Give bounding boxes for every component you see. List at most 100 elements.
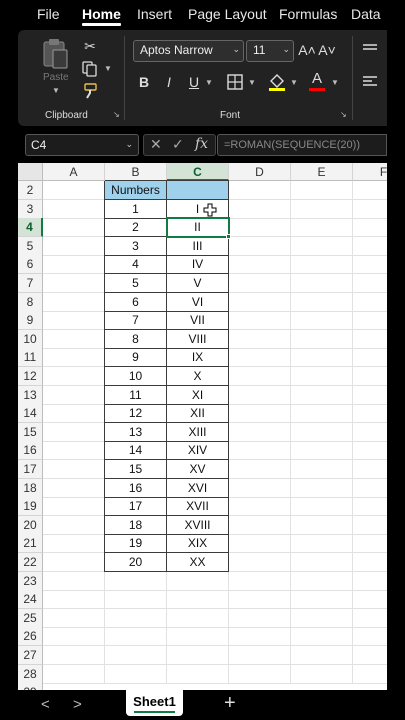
column-header-a[interactable]: A bbox=[43, 163, 105, 181]
number-cell[interactable]: 12 bbox=[105, 404, 167, 424]
grid-cell[interactable] bbox=[291, 181, 353, 200]
grid-cell[interactable] bbox=[291, 274, 353, 293]
number-cell[interactable]: 13 bbox=[105, 422, 167, 442]
roman-cell[interactable]: V bbox=[167, 274, 229, 293]
grid-cell[interactable] bbox=[229, 255, 291, 275]
grid-cell[interactable] bbox=[43, 553, 105, 572]
number-cell[interactable]: 19 bbox=[105, 534, 167, 554]
grid-cell[interactable] bbox=[43, 199, 105, 219]
row-header-12[interactable]: 12 bbox=[18, 367, 43, 386]
grid-cell[interactable] bbox=[353, 311, 387, 331]
row-header-26[interactable]: 26 bbox=[18, 627, 43, 647]
borders-chevron-down-icon[interactable]: ▼ bbox=[248, 78, 256, 87]
roman-cell[interactable]: XVI bbox=[167, 478, 229, 498]
row-header-20[interactable]: 20 bbox=[18, 515, 43, 535]
paste-chevron-down-icon[interactable]: ▼ bbox=[52, 86, 60, 95]
grid-cell[interactable] bbox=[229, 515, 291, 535]
enter-icon[interactable]: ✓ bbox=[172, 136, 184, 153]
roman-cell[interactable]: VIII bbox=[167, 329, 229, 349]
row-header-24[interactable]: 24 bbox=[18, 590, 43, 610]
row-header-16[interactable]: 16 bbox=[18, 441, 43, 461]
grid-cell[interactable] bbox=[105, 590, 167, 610]
roman-cell[interactable]: VI bbox=[167, 292, 229, 312]
grid-cell[interactable] bbox=[291, 422, 353, 442]
number-cell[interactable]: 1 bbox=[105, 199, 167, 219]
grid-cell[interactable] bbox=[229, 329, 291, 349]
roman-cell[interactable]: XVII bbox=[167, 497, 229, 517]
grid-cell[interactable] bbox=[43, 255, 105, 275]
grid-cell[interactable] bbox=[291, 311, 353, 331]
cancel-icon[interactable]: ✕ bbox=[150, 136, 162, 153]
prev-sheet-icon[interactable]: < bbox=[41, 696, 50, 713]
grid-cell[interactable] bbox=[43, 385, 105, 405]
grid-cell[interactable] bbox=[353, 516, 387, 535]
grid-cell[interactable] bbox=[353, 553, 387, 572]
grid-cell[interactable] bbox=[43, 274, 105, 293]
insert-function-icon[interactable]: fx bbox=[195, 136, 208, 152]
paintbrush-icon[interactable] bbox=[81, 82, 99, 100]
align-left-icon[interactable] bbox=[362, 74, 378, 90]
row-header-8[interactable]: 8 bbox=[18, 292, 43, 312]
grid-cell[interactable] bbox=[43, 515, 105, 535]
font-size-dropdown[interactable]: 11 ⌄ bbox=[246, 40, 294, 62]
sheet-tab-sheet1[interactable]: Sheet1 bbox=[126, 690, 183, 716]
grid-cell[interactable] bbox=[229, 422, 291, 442]
number-cell[interactable]: 6 bbox=[105, 292, 167, 312]
number-cell[interactable]: 10 bbox=[105, 367, 167, 386]
grid-cell[interactable] bbox=[353, 274, 387, 293]
grid-cell[interactable] bbox=[43, 441, 105, 461]
grid-cell[interactable] bbox=[291, 329, 353, 349]
italic-button[interactable]: I bbox=[160, 72, 178, 92]
grid-cell[interactable] bbox=[291, 590, 353, 610]
bold-button[interactable]: B bbox=[135, 72, 153, 92]
row-header-29[interactable]: 29 bbox=[18, 683, 43, 690]
roman-cell[interactable]: XIV bbox=[167, 441, 229, 461]
grid-cell[interactable] bbox=[167, 571, 229, 591]
copy-icon[interactable] bbox=[81, 60, 99, 78]
grid-cell[interactable] bbox=[43, 292, 105, 312]
number-cell[interactable]: 17 bbox=[105, 497, 167, 517]
grid-cell[interactable] bbox=[43, 590, 105, 610]
grid-cell[interactable] bbox=[43, 422, 105, 442]
grid-cell[interactable] bbox=[291, 255, 353, 275]
grid-cell[interactable] bbox=[43, 460, 105, 479]
number-cell[interactable]: 16 bbox=[105, 478, 167, 498]
row-header-5[interactable]: 5 bbox=[18, 236, 43, 256]
row-header-11[interactable]: 11 bbox=[18, 348, 43, 368]
number-cell[interactable]: 5 bbox=[105, 274, 167, 293]
grid-cell[interactable] bbox=[353, 479, 387, 498]
grid-cell[interactable] bbox=[43, 236, 105, 256]
grid-cell[interactable] bbox=[353, 665, 387, 684]
number-cell[interactable]: 8 bbox=[105, 329, 167, 349]
roman-cell[interactable]: XV bbox=[167, 460, 229, 479]
grid-cell[interactable] bbox=[229, 199, 291, 219]
row-header-2[interactable]: 2 bbox=[18, 181, 43, 200]
grid-cell[interactable] bbox=[353, 218, 387, 238]
grid-cell[interactable] bbox=[229, 497, 291, 517]
grid-cell[interactable] bbox=[291, 515, 353, 535]
font-color-icon[interactable]: A bbox=[307, 70, 327, 92]
grid-cell[interactable] bbox=[43, 664, 105, 684]
tab-insert[interactable]: Insert bbox=[137, 6, 172, 22]
select-all-corner[interactable] bbox=[18, 163, 43, 181]
grid-cell[interactable] bbox=[353, 627, 387, 647]
tab-data[interactable]: Data bbox=[351, 6, 381, 22]
grid-cell[interactable] bbox=[105, 627, 167, 647]
formula-input[interactable]: =ROMAN(SEQUENCE(20)) bbox=[217, 134, 387, 156]
row-header-15[interactable]: 15 bbox=[18, 422, 43, 442]
tab-formulas[interactable]: Formulas bbox=[279, 6, 337, 22]
grid-cell[interactable] bbox=[229, 404, 291, 424]
grid-cell[interactable] bbox=[43, 627, 105, 647]
grid-cell[interactable] bbox=[291, 292, 353, 312]
roman-cell[interactable]: XII bbox=[167, 404, 229, 424]
grid-cell[interactable] bbox=[43, 404, 105, 424]
grid-cell[interactable] bbox=[229, 236, 291, 256]
row-header-13[interactable]: 13 bbox=[18, 385, 43, 405]
fill-color-chevron-down-icon[interactable]: ▼ bbox=[290, 78, 298, 87]
grid-cell[interactable] bbox=[229, 441, 291, 461]
row-header-9[interactable]: 9 bbox=[18, 311, 43, 331]
grid-cell[interactable] bbox=[291, 218, 353, 238]
grid-cell[interactable] bbox=[291, 497, 353, 517]
column-header-b[interactable]: B bbox=[105, 163, 167, 181]
paste-button-label[interactable]: Paste bbox=[43, 72, 69, 83]
